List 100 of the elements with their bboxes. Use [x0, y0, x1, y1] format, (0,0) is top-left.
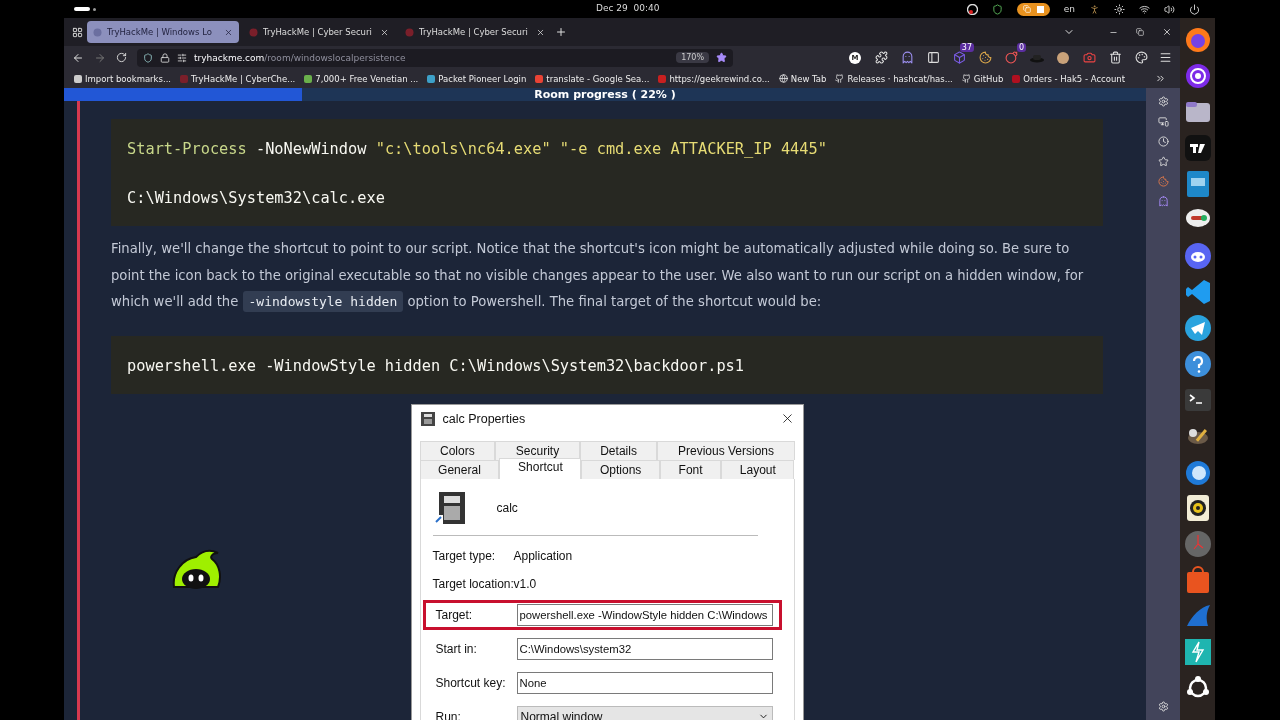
dropdown[interactable]: Normal window — [516, 705, 773, 720]
shield-icon[interactable] — [991, 3, 1003, 15]
favicon-icon — [658, 74, 667, 83]
ghost-icon[interactable] — [1157, 196, 1169, 207]
menu-icon[interactable] — [1159, 51, 1172, 64]
lightning-icon[interactable] — [1183, 638, 1212, 666]
shield-icon[interactable] — [143, 52, 153, 63]
input-field[interactable]: C:\Windows\system32 — [516, 637, 773, 660]
close-icon[interactable] — [1162, 27, 1172, 37]
field-label: Target type: — [432, 548, 496, 563]
field-value: v1.0 — [513, 576, 537, 591]
terminal-icon[interactable] — [1183, 386, 1212, 414]
onion-icon[interactable] — [1183, 62, 1212, 90]
bookmark-star-icon[interactable] — [716, 52, 727, 63]
chart-app-icon[interactable] — [1183, 134, 1212, 162]
maximize-icon[interactable] — [1136, 28, 1144, 36]
accessibility-icon[interactable] — [1089, 3, 1100, 15]
dialog-tab[interactable]: General — [419, 459, 500, 479]
avatar-icon[interactable] — [1057, 51, 1069, 64]
dialog-tab[interactable]: Colors — [419, 440, 496, 460]
favicon-icon — [1012, 74, 1021, 83]
workspace-dot[interactable] — [93, 7, 96, 11]
address-field[interactable]: tryhackme.com/room/windowslocalpersistence 170% — [137, 48, 733, 67]
globe-icon — [778, 74, 788, 83]
bookmark[interactable]: Packet Pioneer Login — [427, 73, 527, 84]
dialog-tab[interactable]: Shortcut — [499, 457, 582, 479]
cube-icon[interactable] — [952, 51, 966, 64]
code-editor-icon[interactable] — [1183, 278, 1212, 306]
favicon-icon — [427, 74, 436, 83]
chat-bubble-icon[interactable] — [1183, 242, 1212, 270]
dialog-tab[interactable]: Security — [495, 440, 580, 460]
input-field[interactable]: powershell.exe -WindowStyle hidden C:\Windows — [516, 603, 773, 626]
browser-tab[interactable]: TryHackMe | Windows Lo — [87, 21, 239, 43]
bookmark[interactable]: 7,000+ Free Venetian ... — [304, 73, 419, 84]
mail-bird-icon[interactable] — [1183, 458, 1212, 486]
favicon-icon — [180, 74, 189, 83]
shortcut-name: calc — [496, 500, 518, 515]
field-label: Shortcut key: — [435, 675, 507, 690]
bookmark[interactable]: translate - Google Sea... — [535, 73, 650, 84]
paragraph: Finally, we'll change the shortcut to point to our script. Notice that the shortcut's icon might be automatically adjusted while doing so. Be sure to point the icon back to the original executable so that no visible changes appear to the user. We also want to run our script on a hidden window, for which we'll add the -windowstyle hidden option to Powershell. The final target of the shortcut would be: — [111, 236, 1103, 316]
new-tab-icon[interactable] — [555, 26, 567, 38]
wifi-icon[interactable] — [1139, 3, 1150, 15]
bookmark[interactable]: Import bookmarks... — [74, 73, 172, 84]
cat-icon — [835, 74, 845, 83]
power-icon[interactable] — [1189, 3, 1200, 15]
screen-share-indicator[interactable] — [1016, 2, 1050, 16]
clock[interactable]: Dec 29 00:40 — [596, 3, 660, 13]
language-indicator[interactable]: en — [1063, 4, 1075, 14]
lock-icon[interactable] — [160, 52, 170, 63]
field-label: Run: — [435, 709, 462, 720]
back-icon[interactable] — [72, 51, 84, 64]
dialog-tab[interactable]: Previous Versions — [657, 440, 795, 460]
close-tab-icon[interactable] — [224, 27, 233, 37]
browser-icon[interactable] — [1183, 26, 1212, 54]
settings-icon[interactable] — [1157, 701, 1169, 712]
field-label: Target location: — [432, 576, 514, 591]
brightness-icon[interactable] — [1114, 3, 1125, 15]
paper-plane-icon[interactable] — [1183, 314, 1212, 342]
history-icon[interactable] — [1157, 136, 1169, 147]
bookmark[interactable]: https://geekrewind.co... — [658, 73, 770, 84]
input-field[interactable]: None — [516, 671, 773, 694]
dialog-tab[interactable]: Details — [579, 440, 658, 460]
volume-icon[interactable] — [1164, 3, 1175, 15]
calculator-shortcut-icon — [432, 490, 467, 525]
star-icon[interactable] — [1157, 156, 1169, 167]
puzzle-icon[interactable] — [874, 51, 888, 64]
bookmark[interactable]: New Tab — [778, 73, 827, 84]
chrome-like-icon[interactable] — [966, 3, 978, 15]
sliders-icon[interactable] — [177, 52, 187, 63]
favicon-icon — [74, 74, 82, 83]
progress-label: Room progress ( 22% ) — [534, 88, 676, 101]
settings-icon[interactable] — [1157, 96, 1169, 107]
extension-badge: 0 — [1016, 42, 1026, 52]
zoom-level[interactable]: 170% — [676, 52, 709, 63]
tab-overview-icon[interactable] — [72, 26, 83, 38]
code-line: C:\Windows\System32\calc.exe — [127, 188, 386, 209]
workspace-indicator[interactable] — [74, 7, 90, 11]
favicon-icon — [535, 74, 544, 83]
more-bookmarks-icon[interactable] — [1155, 73, 1166, 84]
extension-badge: 37 — [959, 42, 974, 52]
camera-icon[interactable] — [1082, 51, 1096, 64]
bookmark[interactable]: TryHackMe | CyberChe... — [180, 73, 296, 84]
ghost-icon[interactable] — [900, 51, 914, 64]
cookie-icon[interactable] — [978, 51, 992, 64]
bookmark[interactable]: Orders - Hak5 - Account — [1012, 73, 1126, 84]
trash-icon[interactable] — [1108, 51, 1122, 64]
browser-tab[interactable]: TryHackMe | Cyber Securi — [243, 21, 395, 43]
sidebar-icon[interactable] — [926, 51, 940, 64]
bookmark[interactable]: GitHub — [961, 73, 1004, 84]
dialog-tab[interactable]: Options — [581, 459, 660, 479]
palette-icon[interactable] — [1134, 51, 1148, 64]
reload-icon[interactable] — [116, 52, 127, 63]
browser-tab[interactable]: TryHackMe | Cyber Securi — [399, 21, 551, 43]
bookmark[interactable]: Releases · hashcat/has... — [835, 73, 953, 84]
close-tab-icon[interactable] — [536, 27, 545, 37]
help-icon[interactable] — [1183, 350, 1212, 378]
clock-icon[interactable] — [1183, 530, 1212, 558]
close-tab-icon[interactable] — [380, 27, 389, 37]
devices-icon[interactable] — [1157, 116, 1169, 127]
bomb-icon[interactable] — [1004, 51, 1018, 64]
